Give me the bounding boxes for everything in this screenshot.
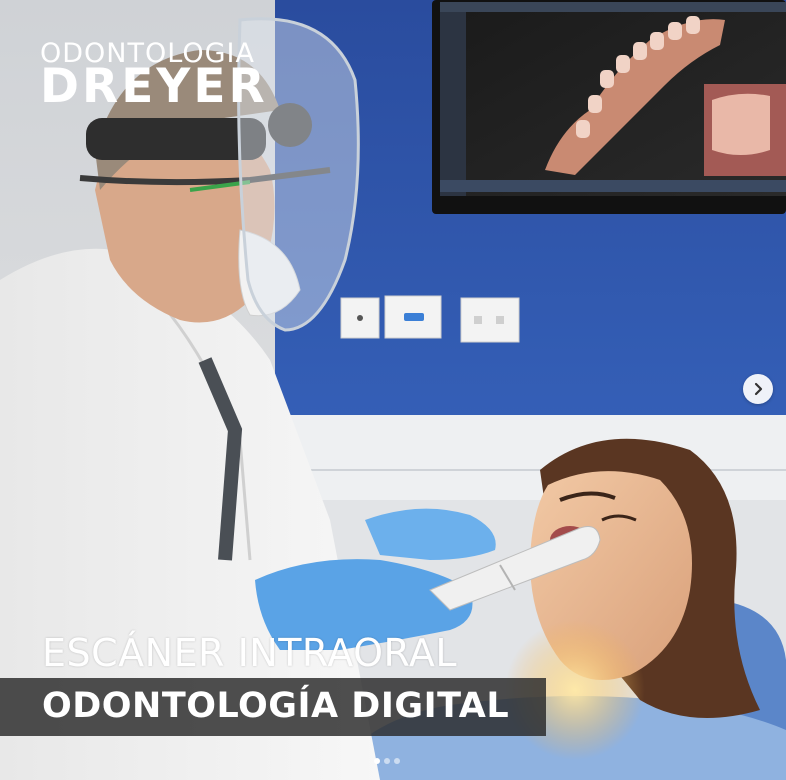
caption-line-2: ODONTOLOGÍA DIGITAL bbox=[42, 686, 510, 726]
carousel-dot-active[interactable] bbox=[374, 758, 380, 764]
carousel-dot[interactable] bbox=[394, 758, 400, 764]
chevron-right-icon bbox=[754, 382, 763, 396]
brand-logo: ODONTOLOGIA DREYER bbox=[40, 40, 268, 114]
carousel-dot[interactable] bbox=[384, 758, 390, 764]
post-image-frame: ODONTOLOGIA DREYER ESCÁNER INTRAORAL ODO… bbox=[0, 0, 786, 780]
caption-line-1: ESCÁNER INTRAORAL bbox=[42, 631, 458, 675]
brand-logo-main: DREYER bbox=[40, 59, 268, 114]
carousel-indicator bbox=[374, 758, 400, 764]
carousel-next-button[interactable] bbox=[743, 374, 773, 404]
